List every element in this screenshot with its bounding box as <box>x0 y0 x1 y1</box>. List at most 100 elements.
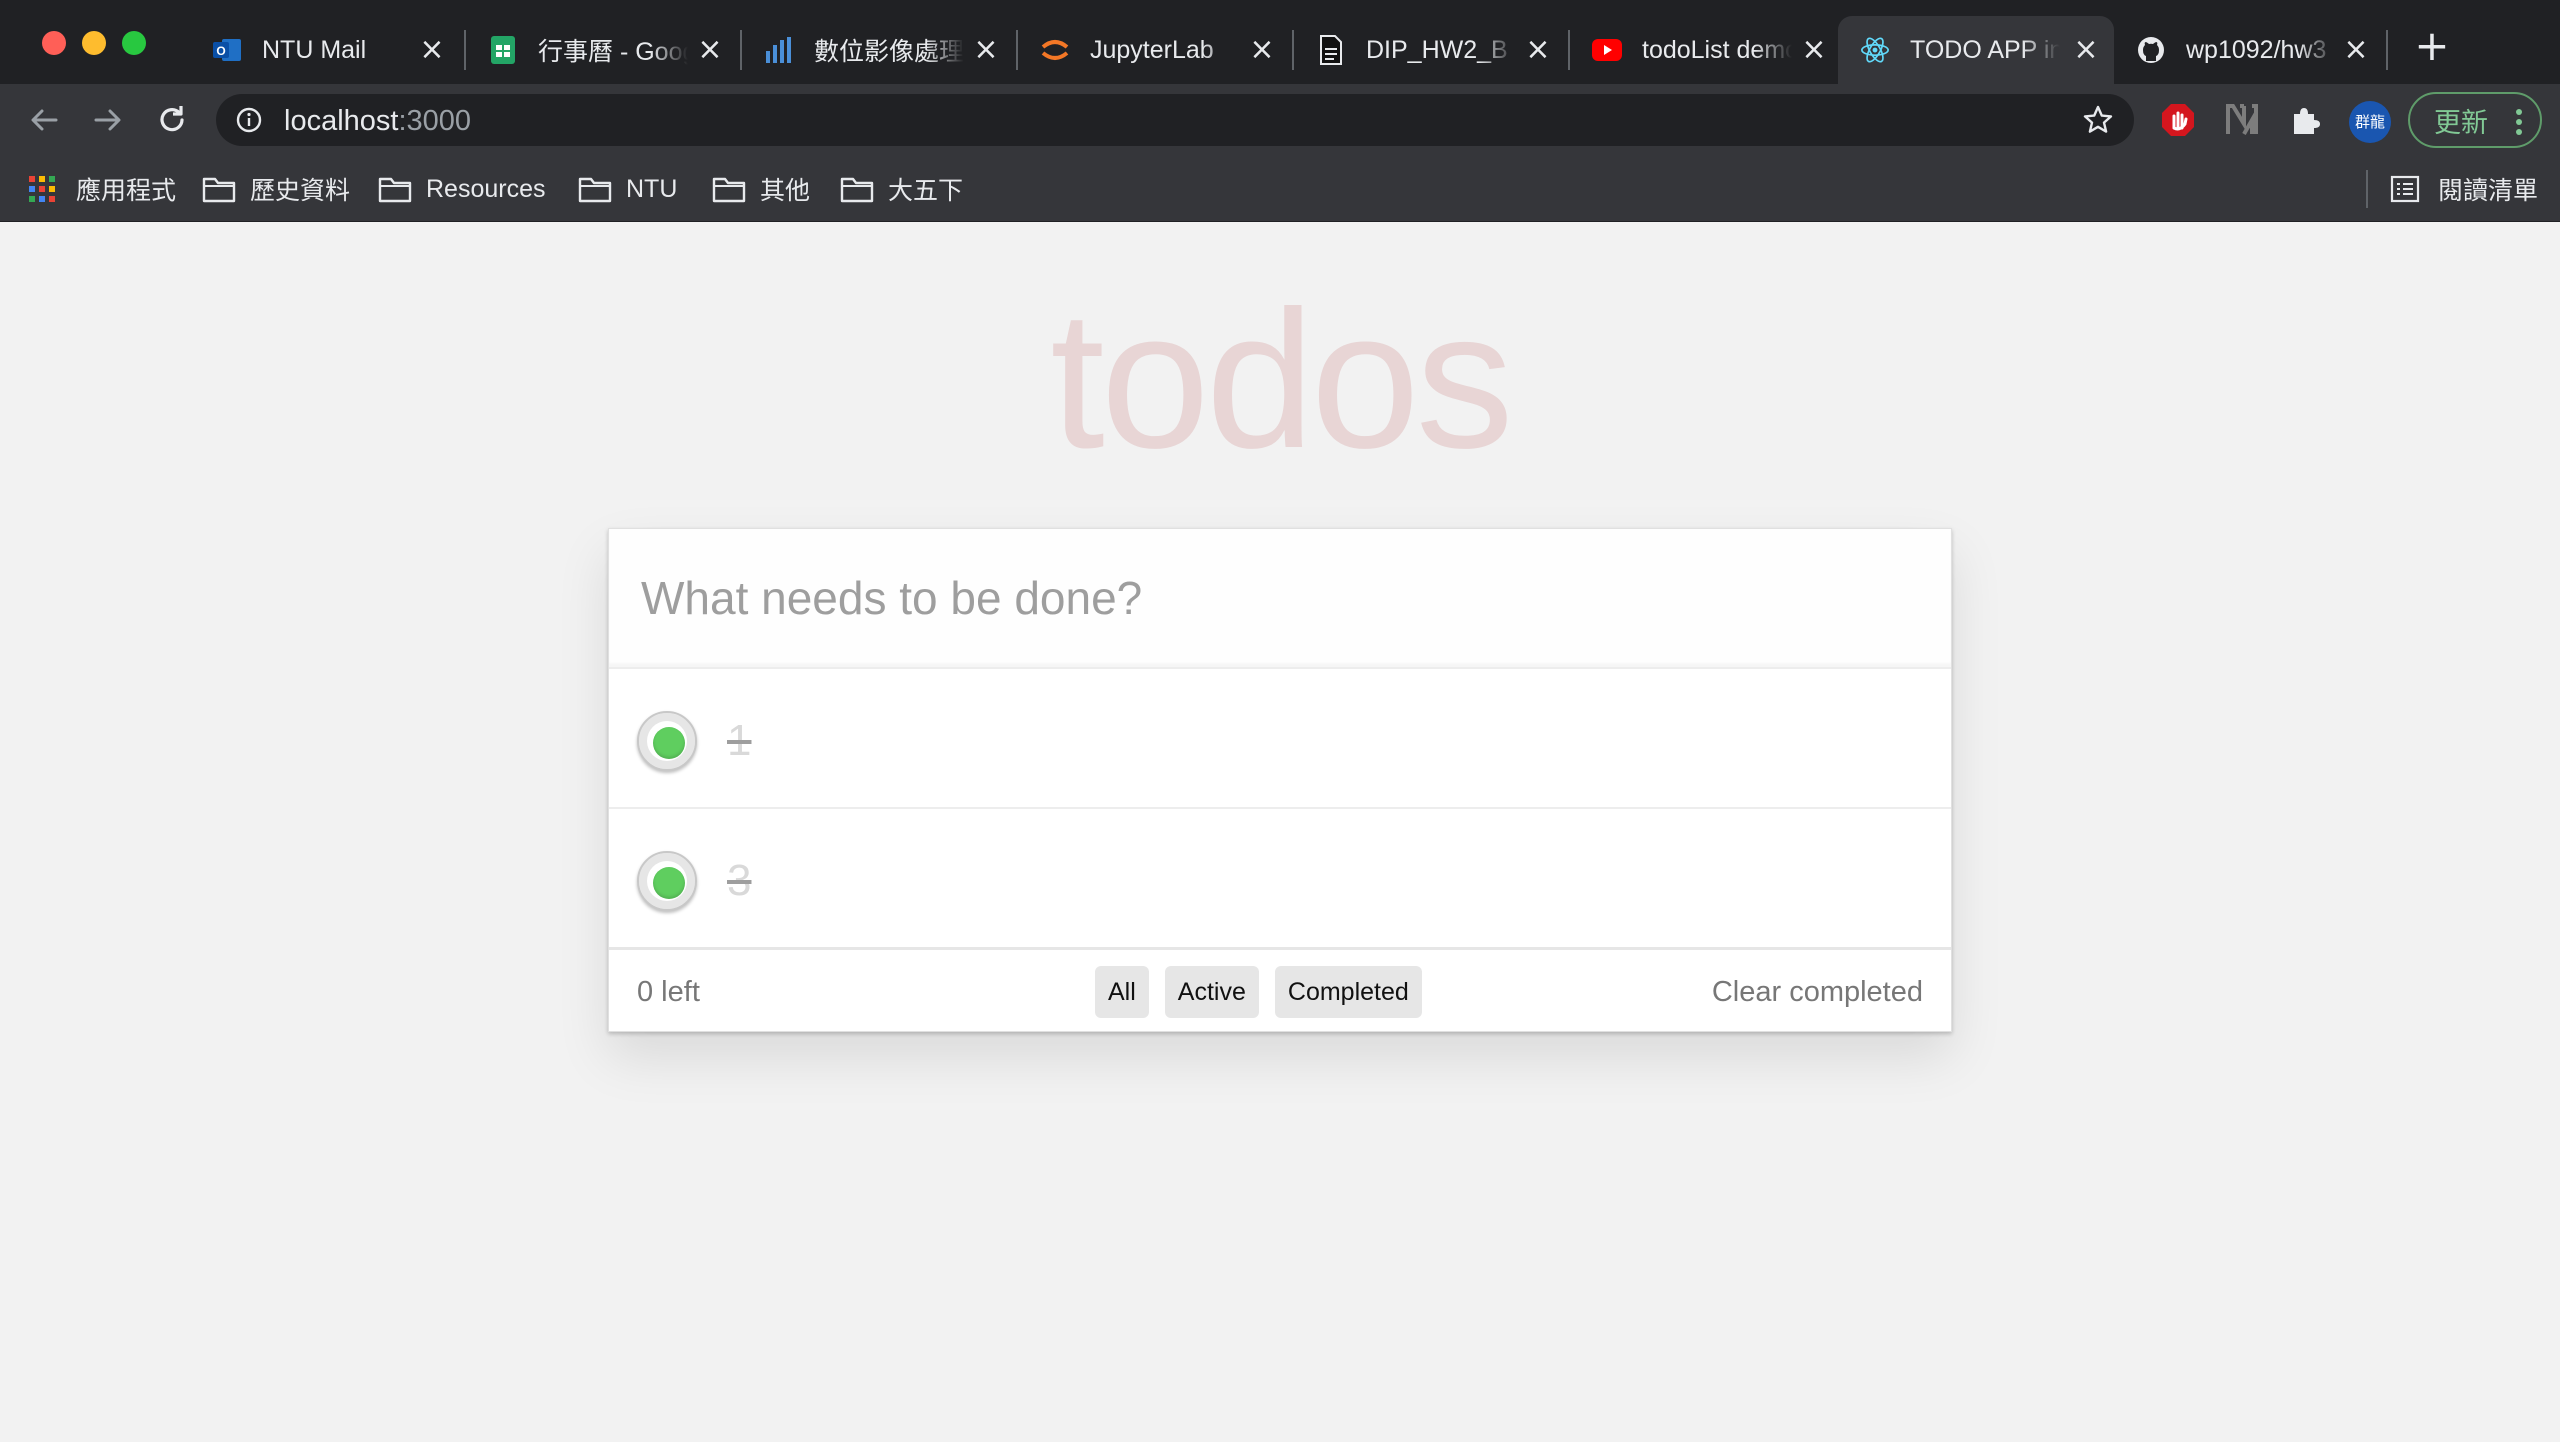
bookmark-label: 大五下 <box>888 177 964 205</box>
todo-item: 3 <box>609 807 1951 947</box>
todo-text[interactable]: 3 <box>727 853 751 909</box>
google-sheets-icon <box>488 35 518 65</box>
url-port: :3000 <box>398 105 472 137</box>
url-host: localhost <box>284 105 399 137</box>
tab-title: TODO APP in <box>1910 35 2060 64</box>
tab-title: 行事曆 - Google 試算表 <box>538 38 688 66</box>
url-text: localhost:3000 <box>284 105 471 138</box>
todo-toggle-checkbox[interactable] <box>637 851 697 911</box>
close-icon[interactable]: × <box>1248 35 1276 65</box>
filter-active-button[interactable]: Active <box>1164 966 1259 1018</box>
folder-icon <box>840 174 874 204</box>
folder-icon <box>578 174 612 204</box>
bookmark-label: Resources <box>426 174 546 203</box>
github-icon <box>2136 35 2166 65</box>
tab-title: NTU Mail <box>262 35 367 64</box>
todo-app: 1 3 0 left All Active Completed Clear co… <box>608 528 1952 1032</box>
todo-toggle-checkbox[interactable] <box>637 711 697 771</box>
reload-button[interactable] <box>152 100 192 140</box>
jupyter-icon <box>1040 35 1070 65</box>
filter-group: All Active Completed <box>1095 966 1422 1018</box>
todo-footer: 0 left All Active Completed Clear comple… <box>609 947 1951 1031</box>
outlook-icon: O <box>212 35 242 65</box>
reading-list-button[interactable]: 閱讀清單 <box>2390 172 2538 206</box>
youtube-icon <box>1592 35 1622 65</box>
puzzle-extensions-icon[interactable] <box>2286 100 2326 140</box>
tab-title: DIP_HW2_B <box>1366 35 1508 64</box>
reading-list-label: 閱讀清單 <box>2438 177 2539 205</box>
forward-button[interactable] <box>88 100 128 140</box>
bookmark-folder-history[interactable]: 歷史資料 <box>202 172 350 206</box>
address-bar[interactable]: localhost:3000 <box>216 94 2134 146</box>
tab-dip-hw2[interactable]: DIP_HW2_B × <box>1294 16 1566 84</box>
tab-github-hw3[interactable]: wp1092/hw3 × <box>2114 16 2384 84</box>
filter-all-button[interactable]: All <box>1095 966 1149 1018</box>
adblock-extension-icon[interactable] <box>2158 100 2198 140</box>
document-icon <box>1316 35 1346 65</box>
info-icon[interactable] <box>236 107 262 133</box>
folder-icon <box>378 174 412 204</box>
apps-grid-icon <box>28 174 62 204</box>
bar-chart-icon <box>764 35 794 65</box>
close-icon[interactable]: × <box>418 35 446 65</box>
tab-dip[interactable]: 數位影像處理 × <box>742 16 1014 84</box>
close-icon[interactable]: × <box>972 35 1000 65</box>
close-window-button[interactable] <box>42 31 66 55</box>
folder-icon <box>202 174 236 204</box>
close-icon[interactable]: × <box>2072 35 2100 65</box>
bookmark-separator <box>2366 170 2368 208</box>
tab-todo-app[interactable]: TODO APP in × <box>1838 16 2114 84</box>
bookmark-star-icon[interactable] <box>2082 104 2114 136</box>
bookmark-folder-other[interactable]: 其他 <box>712 172 810 206</box>
reading-list-icon <box>2390 174 2424 204</box>
new-tab-button[interactable]: + <box>2412 25 2452 67</box>
arrow-left-icon <box>31 109 58 131</box>
bookmarks-bar: 應用程式 歷史資料 Resources NTU 其他 大五下 閱讀清單 <box>0 156 2560 222</box>
bookmark-apps[interactable]: 應用程式 <box>28 172 176 206</box>
app-title: todos <box>1050 270 1513 489</box>
close-icon[interactable]: × <box>696 35 724 65</box>
tab-todolist-demo[interactable]: todoList demo × <box>1570 16 1842 84</box>
close-icon[interactable]: × <box>1524 35 1552 65</box>
bookmark-folder-senior[interactable]: 大五下 <box>840 172 963 206</box>
svg-text:O: O <box>216 44 225 58</box>
close-icon[interactable]: × <box>1800 35 1828 65</box>
more-vertical-icon <box>2516 108 2522 136</box>
minimize-window-button[interactable] <box>82 31 106 55</box>
todo-count: 0 left <box>637 976 700 1008</box>
arrow-right-icon <box>94 109 121 131</box>
bookmark-label: 應用程式 <box>76 177 177 205</box>
profile-label: 群龍 <box>2354 114 2385 131</box>
update-button[interactable]: 更新 <box>2408 92 2542 148</box>
bookmark-label: 歷史資料 <box>250 177 351 205</box>
todo-text[interactable]: 1 <box>727 713 751 769</box>
zoom-window-button[interactable] <box>122 31 146 55</box>
tab-strip: O NTU Mail × 行事曆 - Google 試算表 × 數位影像處理 × <box>0 0 2560 84</box>
tab-title: wp1092/hw3 <box>2186 35 2327 64</box>
filter-completed-button[interactable]: Completed <box>1274 966 1422 1018</box>
tab-title: JupyterLab <box>1090 35 1214 64</box>
back-button[interactable] <box>24 100 64 140</box>
bookmark-folder-ntu[interactable]: NTU <box>578 172 677 206</box>
bookmark-label: NTU <box>626 174 678 203</box>
tab-title: todoList demo <box>1642 35 1792 64</box>
tab-separator <box>2386 30 2388 70</box>
notion-extension-icon[interactable] <box>2222 100 2262 140</box>
bookmark-label: 其他 <box>760 177 811 205</box>
bookmark-folder-resources[interactable]: Resources <box>378 172 546 206</box>
tab-calendar-sheet[interactable]: 行事曆 - Google 試算表 × <box>466 16 738 84</box>
todo-item: 1 <box>609 667 1951 807</box>
reload-icon <box>160 106 184 132</box>
update-label: 更新 <box>2434 107 2488 138</box>
close-icon[interactable]: × <box>2342 35 2370 65</box>
tab-jupyterlab[interactable]: JupyterLab × <box>1018 16 1290 84</box>
clear-completed-button[interactable]: Clear completed <box>1712 976 1923 1009</box>
tab-title: 數位影像處理 <box>814 38 964 66</box>
new-todo-input[interactable] <box>609 529 1951 667</box>
browser-chrome: O NTU Mail × 行事曆 - Google 試算表 × 數位影像處理 × <box>0 0 2560 222</box>
profile-avatar[interactable]: 群龍 <box>2348 100 2391 143</box>
folder-icon <box>712 174 746 204</box>
react-icon <box>1860 35 1890 65</box>
tab-ntu-mail[interactable]: O NTU Mail × <box>190 16 460 84</box>
toolbar: localhost:3000 群龍 更新 <box>0 84 2560 156</box>
